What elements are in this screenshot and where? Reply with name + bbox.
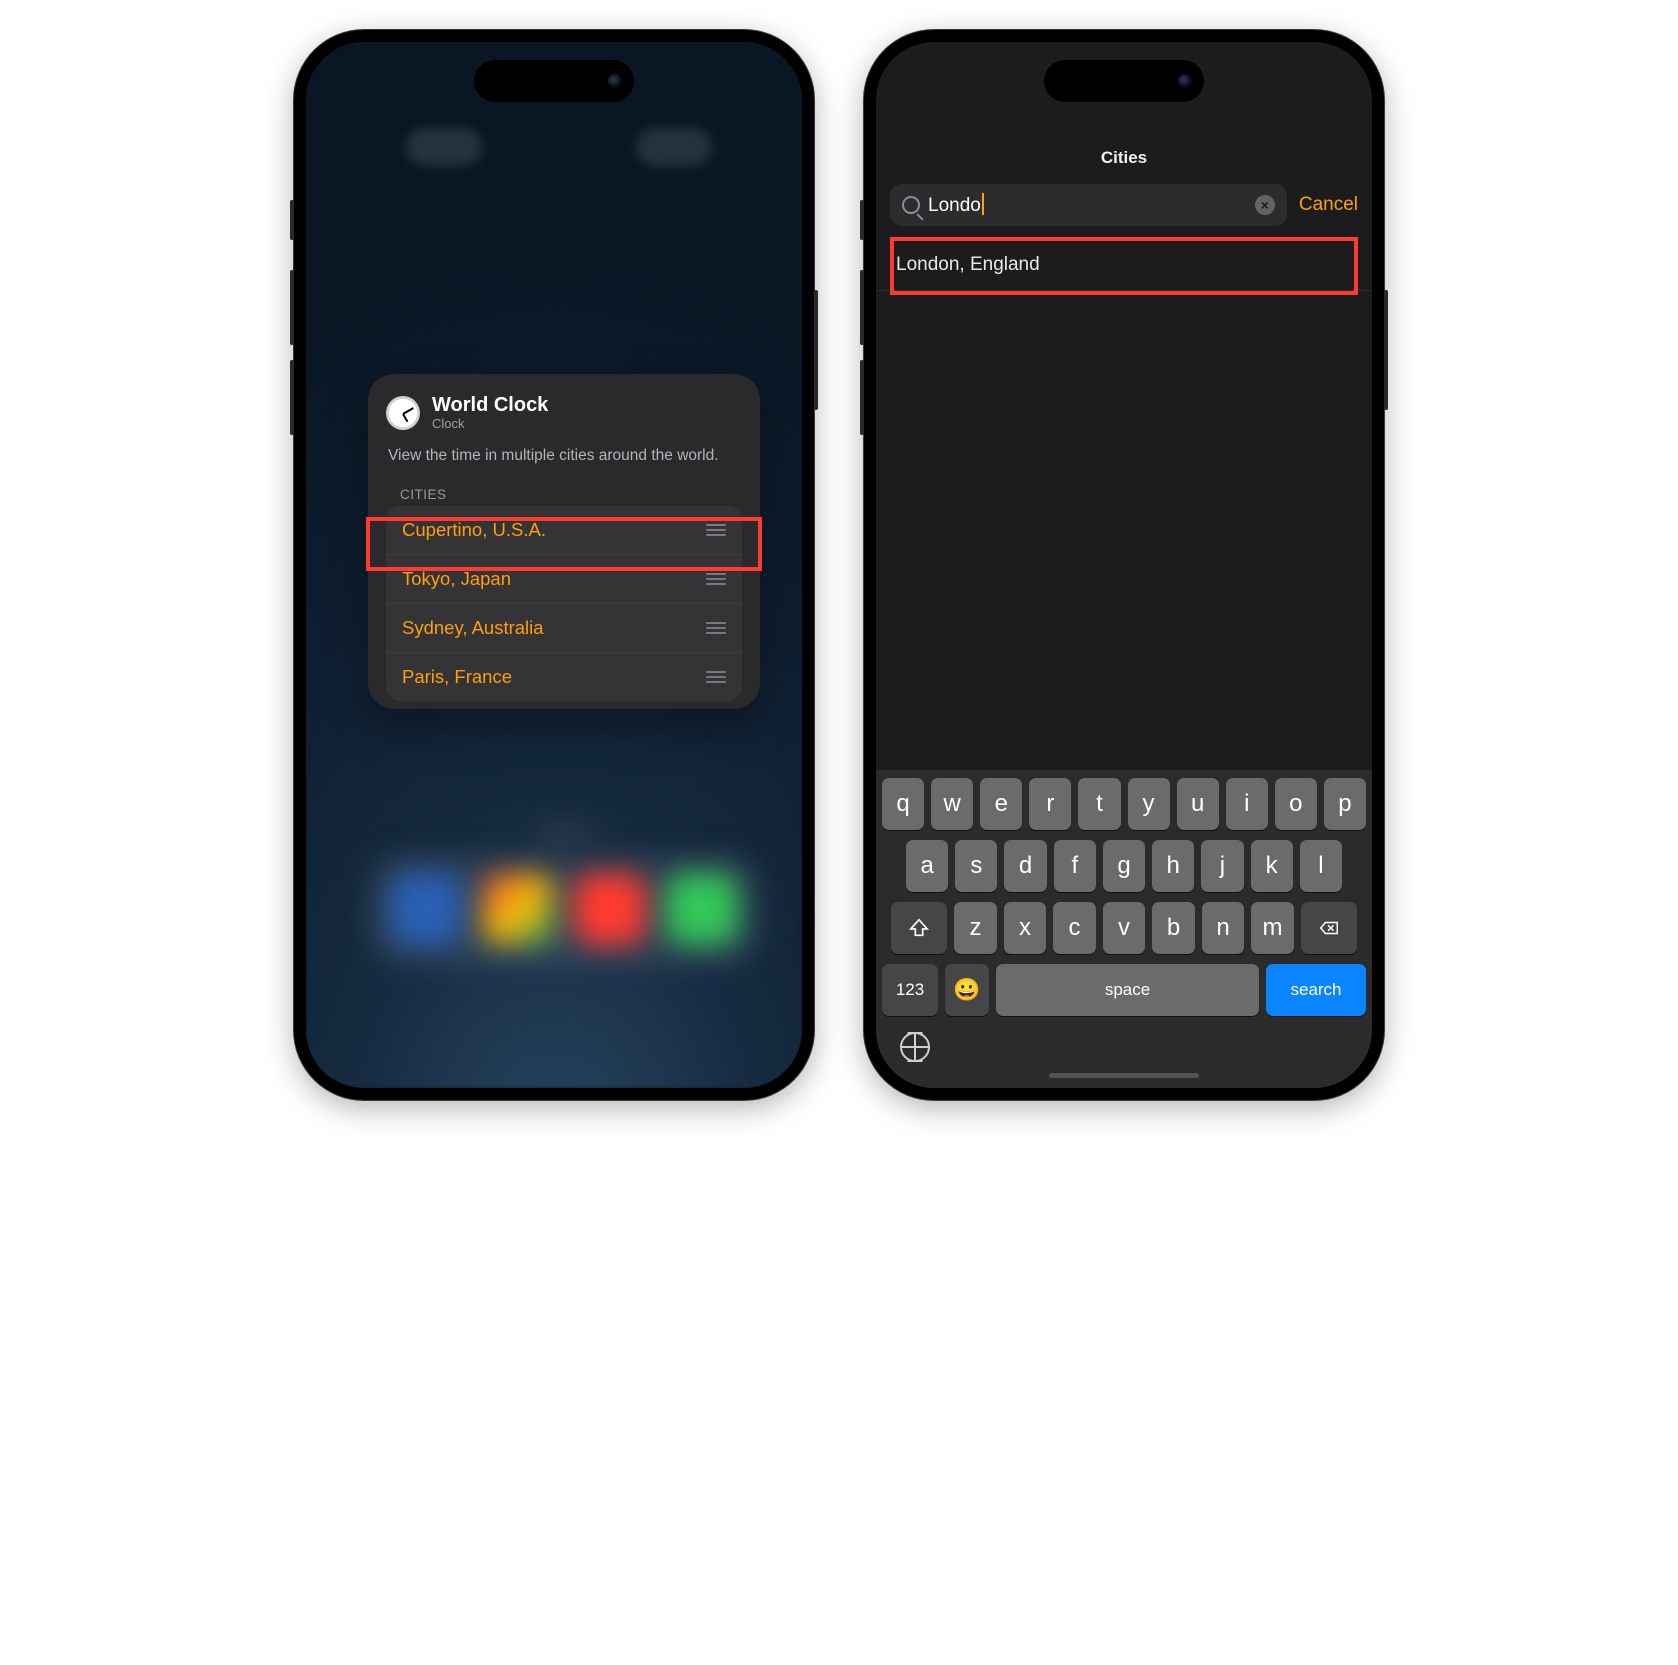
key-a[interactable]: a: [906, 840, 948, 892]
key-m[interactable]: m: [1251, 902, 1294, 954]
space-key[interactable]: space: [996, 964, 1259, 1016]
status-pill-right: [636, 128, 712, 166]
widget-title: World Clock: [432, 394, 548, 416]
key-p[interactable]: p: [1324, 778, 1366, 830]
search-icon: [902, 196, 920, 214]
phone-button-vol-up: [860, 270, 864, 345]
shift-icon: [908, 917, 930, 939]
drag-handle-icon[interactable]: [706, 671, 726, 683]
phone-button-power: [1384, 290, 1388, 410]
city-label: Sydney, Australia: [402, 617, 544, 639]
globe-key[interactable]: [900, 1032, 930, 1062]
search-action-key[interactable]: search: [1266, 964, 1366, 1016]
section-header-cities: CITIES: [400, 487, 728, 502]
search-bar-row: Londo × Cancel: [890, 184, 1358, 226]
phone-left: World Clock Clock View the time in multi…: [294, 30, 814, 1100]
backspace-icon: [1318, 917, 1340, 939]
screen-left: World Clock Clock View the time in multi…: [306, 42, 802, 1088]
phone-button-vol-up: [290, 270, 294, 345]
world-clock-widget-settings: World Clock Clock View the time in multi…: [368, 374, 760, 709]
phone-button-silent: [290, 200, 294, 240]
clock-icon: [386, 396, 420, 430]
key-u[interactable]: u: [1177, 778, 1219, 830]
dock-app-3: [574, 873, 646, 945]
page-dots: [539, 828, 589, 836]
city-label: Tokyo, Japan: [402, 568, 511, 590]
key-r[interactable]: r: [1029, 778, 1071, 830]
key-h[interactable]: h: [1152, 840, 1194, 892]
search-result-london[interactable]: London, England: [876, 240, 1372, 291]
key-x[interactable]: x: [1004, 902, 1047, 954]
globe-icon: [900, 1032, 930, 1062]
key-f[interactable]: f: [1054, 840, 1096, 892]
key-y[interactable]: y: [1128, 778, 1170, 830]
phone-button-silent: [860, 200, 864, 240]
key-w[interactable]: w: [931, 778, 973, 830]
key-t[interactable]: t: [1078, 778, 1120, 830]
key-k[interactable]: k: [1251, 840, 1293, 892]
key-g[interactable]: g: [1103, 840, 1145, 892]
dynamic-island: [1044, 60, 1204, 102]
key-o[interactable]: o: [1275, 778, 1317, 830]
search-input-text[interactable]: Londo: [928, 193, 984, 217]
phone-button-vol-down: [860, 360, 864, 435]
key-v[interactable]: v: [1103, 902, 1146, 954]
drag-handle-icon[interactable]: [706, 622, 726, 634]
key-l[interactable]: l: [1300, 840, 1342, 892]
dock-app-4: [666, 873, 738, 945]
search-field[interactable]: Londo ×: [890, 184, 1287, 226]
city-row-sydney[interactable]: Sydney, Australia: [386, 603, 742, 652]
numeric-key[interactable]: 123: [882, 964, 938, 1016]
phone-button-power: [814, 290, 818, 410]
city-list: Cupertino, U.S.A. Tokyo, Japan Sydney, A…: [386, 506, 742, 701]
text-caret: [982, 193, 984, 215]
shift-key[interactable]: [891, 902, 947, 954]
drag-handle-icon[interactable]: [706, 524, 726, 536]
screen-right: Cities Londo × Cancel London, England qw…: [876, 42, 1372, 1088]
key-b[interactable]: b: [1152, 902, 1195, 954]
key-j[interactable]: j: [1201, 840, 1243, 892]
key-n[interactable]: n: [1202, 902, 1245, 954]
city-row-paris[interactable]: Paris, France: [386, 652, 742, 701]
x-icon: ×: [1261, 198, 1269, 212]
result-label: London, England: [896, 254, 1040, 275]
cancel-button[interactable]: Cancel: [1299, 194, 1358, 216]
dock-app-1: [390, 873, 462, 945]
key-c[interactable]: c: [1053, 902, 1096, 954]
keyboard: qwertyuiop asdfghjkl zxcvbnm 123 😀 space…: [876, 770, 1372, 1088]
key-i[interactable]: i: [1226, 778, 1268, 830]
drag-handle-icon[interactable]: [706, 573, 726, 585]
key-z[interactable]: z: [954, 902, 997, 954]
dock-app-2: [482, 873, 554, 945]
city-row-tokyo[interactable]: Tokyo, Japan: [386, 554, 742, 603]
key-s[interactable]: s: [955, 840, 997, 892]
phone-button-vol-down: [290, 360, 294, 435]
clear-search-button[interactable]: ×: [1255, 195, 1275, 215]
dock: [368, 854, 760, 964]
city-label: Paris, France: [402, 666, 512, 688]
front-camera: [608, 74, 622, 88]
emoji-key[interactable]: 😀: [945, 964, 989, 1016]
dynamic-island: [474, 60, 634, 102]
key-d[interactable]: d: [1004, 840, 1046, 892]
city-row-cupertino[interactable]: Cupertino, U.S.A.: [386, 506, 742, 554]
key-e[interactable]: e: [980, 778, 1022, 830]
key-q[interactable]: q: [882, 778, 924, 830]
city-label: Cupertino, U.S.A.: [402, 519, 546, 541]
widget-subtitle: Clock: [432, 416, 548, 431]
home-indicator: [1049, 1073, 1199, 1078]
widget-description: View the time in multiple cities around …: [388, 445, 740, 467]
home-dock-blurred: [368, 828, 760, 1038]
front-camera: [1178, 74, 1192, 88]
status-pill-left: [406, 128, 482, 166]
backspace-key[interactable]: [1301, 902, 1357, 954]
phone-right: Cities Londo × Cancel London, England qw…: [864, 30, 1384, 1100]
